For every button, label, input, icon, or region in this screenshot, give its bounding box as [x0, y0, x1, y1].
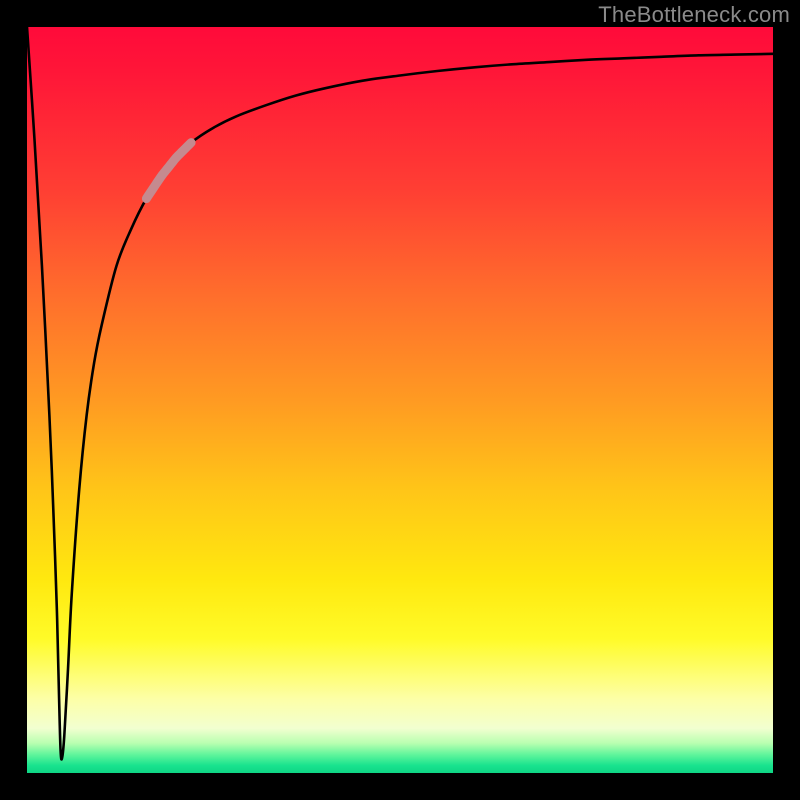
plot-area: [27, 27, 773, 773]
curve-layer: [27, 27, 773, 773]
chart-frame: TheBottleneck.com: [0, 0, 800, 800]
bottleneck-curve: [27, 27, 773, 759]
curve-highlight: [146, 143, 191, 199]
watermark-text: TheBottleneck.com: [598, 2, 790, 28]
